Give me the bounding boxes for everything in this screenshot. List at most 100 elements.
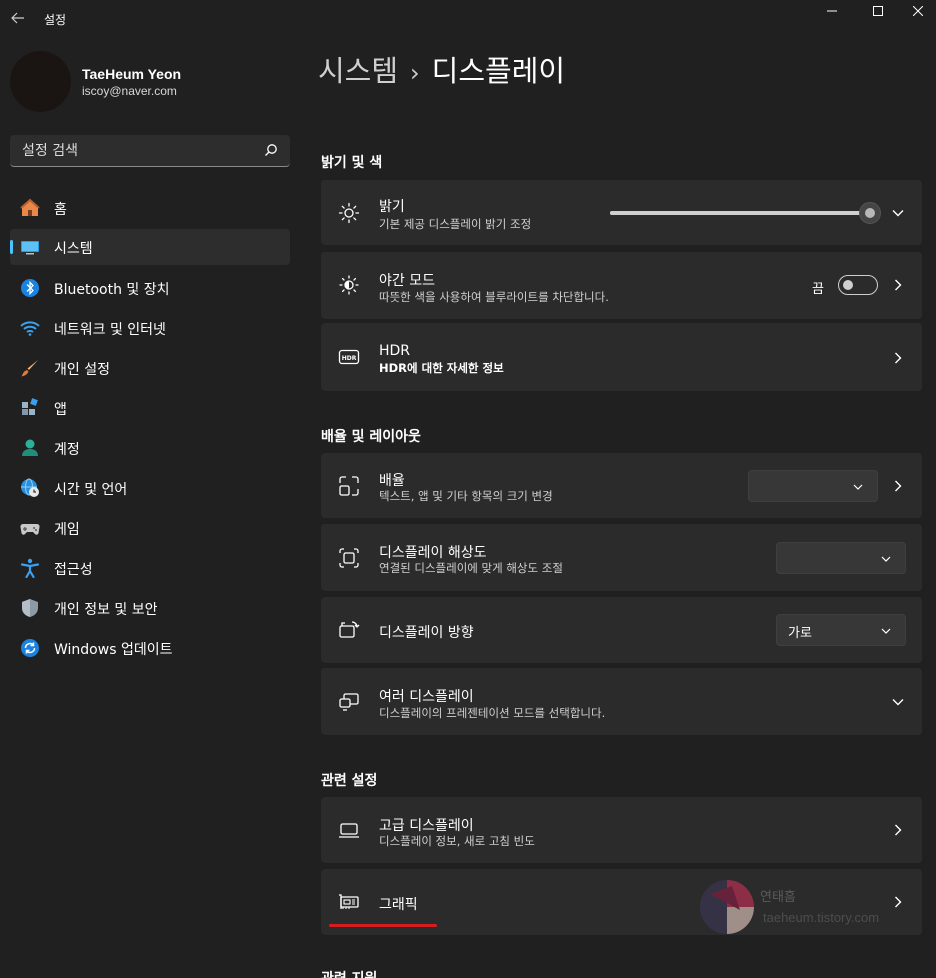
graphics-title: 그래픽	[379, 897, 418, 913]
night-mode-card[interactable]: 야간 모드 따뜻한 색을 사용하여 블루라이트를 차단합니다. 끔	[321, 252, 922, 319]
orientation-icon	[339, 621, 360, 638]
breadcrumb-parent[interactable]: 시스템	[318, 54, 398, 88]
chevron-down-icon[interactable]	[891, 206, 905, 220]
sidebar-item-time-language[interactable]: 시간 및 언어	[10, 470, 290, 506]
scale-description: 텍스트, 앱 및 기타 항목의 크기 변경	[379, 489, 553, 503]
brightness-title: 밝기	[379, 199, 405, 215]
resolution-dropdown[interactable]	[776, 542, 906, 574]
bluetooth-icon	[21, 279, 39, 297]
sidebar-item-bluetooth[interactable]: Bluetooth 및 장치	[10, 270, 290, 306]
chevron-down-icon	[881, 556, 891, 562]
chevron-right-icon[interactable]	[891, 278, 905, 292]
gamepad-icon	[20, 523, 40, 535]
hdr-card[interactable]: HDR HDR HDR에 대한 자세한 정보	[321, 323, 922, 391]
sidebar-item-home[interactable]: 홈	[10, 190, 290, 226]
update-icon	[21, 639, 39, 657]
section-header-related-support: 관련 지원	[321, 968, 377, 978]
section-header-brightness-color: 밝기 및 색	[321, 155, 383, 171]
graphics-card-icon	[339, 894, 359, 909]
brightness-description: 기본 제공 디스플레이 밝기 조정	[379, 217, 532, 231]
active-indicator	[10, 240, 13, 254]
sidebar-item-label: 게임	[54, 522, 80, 538]
scale-dropdown[interactable]	[748, 470, 878, 502]
brightness-slider[interactable]	[610, 211, 870, 215]
sidebar-item-system[interactable]: 시스템	[10, 229, 290, 265]
system-icon	[21, 241, 39, 255]
brightness-card[interactable]: 밝기 기본 제공 디스플레이 밝기 조정	[321, 180, 922, 245]
sidebar-item-network[interactable]: 네트워크 및 인터넷	[10, 310, 290, 346]
close-button[interactable]	[900, 0, 936, 22]
sidebar-item-apps[interactable]: 앱	[10, 390, 290, 426]
chevron-down-icon[interactable]	[891, 695, 905, 709]
account-icon	[22, 439, 38, 456]
scale-card[interactable]: 배율 텍스트, 앱 및 기타 항목의 크기 변경	[321, 453, 922, 518]
sidebar-item-label: 계정	[54, 442, 80, 458]
multiple-displays-card[interactable]: 여러 디스플레이 디스플레이의 프레젠테이션 모드를 선택합니다.	[321, 668, 922, 735]
laptop-icon	[339, 823, 359, 838]
sidebar-item-label: 시간 및 언어	[54, 482, 128, 498]
sidebar-item-windows-update[interactable]: Windows 업데이트	[10, 630, 290, 666]
advanced-display-title: 고급 디스플레이	[379, 818, 474, 834]
sidebar-item-privacy[interactable]: 개인 정보 및 보안	[10, 590, 290, 626]
sidebar-item-label: 앱	[54, 402, 67, 418]
night-mode-description: 따뜻한 색을 사용하여 블루라이트를 차단합니다.	[379, 290, 609, 304]
maximize-button[interactable]	[855, 0, 901, 22]
avatar[interactable]	[10, 51, 71, 112]
section-header-scale-layout: 배율 및 레이아웃	[321, 429, 421, 445]
back-button[interactable]	[0, 0, 36, 36]
accessibility-icon	[20, 558, 40, 578]
scale-icon	[339, 476, 359, 496]
sidebar-item-gaming[interactable]: 게임	[10, 510, 290, 546]
home-icon	[20, 198, 40, 216]
svg-text:HDR: HDR	[342, 355, 357, 362]
resolution-icon	[339, 548, 359, 568]
chevron-right-icon[interactable]	[891, 351, 905, 365]
scale-title: 배율	[379, 473, 405, 489]
wifi-icon	[20, 321, 40, 336]
breadcrumb: 시스템 › 디스플레이	[318, 48, 565, 90]
hdr-icon: HDR	[338, 349, 360, 365]
shield-icon	[22, 599, 38, 617]
chevron-right-icon[interactable]	[891, 895, 905, 909]
toggle-knob	[843, 280, 853, 290]
user-name: TaeHeum Yeon	[82, 66, 182, 82]
hdr-description: HDR에 대한 자세한 정보	[379, 361, 504, 375]
sidebar-item-label: Windows 업데이트	[54, 642, 173, 658]
sidebar-item-personalization[interactable]: 개인 설정	[10, 350, 290, 386]
back-arrow-icon	[11, 12, 24, 24]
advanced-display-card[interactable]: 고급 디스플레이 디스플레이 정보, 새로 고침 빈도	[321, 797, 922, 863]
night-light-icon	[339, 275, 359, 295]
resolution-title: 디스플레이 해상도	[379, 545, 487, 561]
multiple-displays-title: 여러 디스플레이	[379, 689, 474, 705]
app-title: 설정	[44, 13, 67, 27]
brightness-slider-thumb[interactable]	[859, 202, 881, 224]
search-input[interactable]	[10, 135, 290, 166]
watermark-url: taeheum.tistory.com	[763, 910, 880, 925]
watermark-name: 연태흠	[760, 890, 796, 905]
minimize-button[interactable]	[809, 0, 855, 22]
breadcrumb-separator: ›	[410, 59, 420, 87]
sidebar-item-accessibility[interactable]: 접근성	[10, 550, 290, 586]
chevron-down-icon	[853, 484, 863, 490]
multiple-displays-icon	[339, 693, 359, 711]
user-email: iscoy@naver.com	[82, 84, 177, 98]
chevron-down-icon	[881, 628, 891, 634]
orientation-dropdown-value: 가로	[788, 626, 812, 641]
advanced-display-description: 디스플레이 정보, 새로 고침 빈도	[379, 834, 535, 848]
chevron-right-icon[interactable]	[891, 479, 905, 493]
sidebar-item-label: 접근성	[54, 562, 93, 578]
brightness-slider-fill	[610, 211, 870, 215]
orientation-dropdown[interactable]: 가로	[776, 614, 906, 646]
night-mode-state-label: 끔	[812, 282, 824, 297]
night-mode-toggle[interactable]	[838, 275, 878, 295]
globe-clock-icon	[21, 478, 39, 497]
sidebar-item-accounts[interactable]: 계정	[10, 430, 290, 466]
search-box[interactable]	[10, 135, 290, 167]
brush-icon	[21, 360, 38, 377]
sidebar-item-label: 개인 설정	[54, 362, 110, 378]
watermark-logo-icon	[700, 880, 754, 934]
sidebar-item-label: 시스템	[54, 241, 93, 257]
orientation-card[interactable]: 디스플레이 방향 가로	[321, 597, 922, 663]
chevron-right-icon[interactable]	[891, 823, 905, 837]
resolution-card[interactable]: 디스플레이 해상도 연결된 디스플레이에 맞게 해상도 조절	[321, 524, 922, 591]
